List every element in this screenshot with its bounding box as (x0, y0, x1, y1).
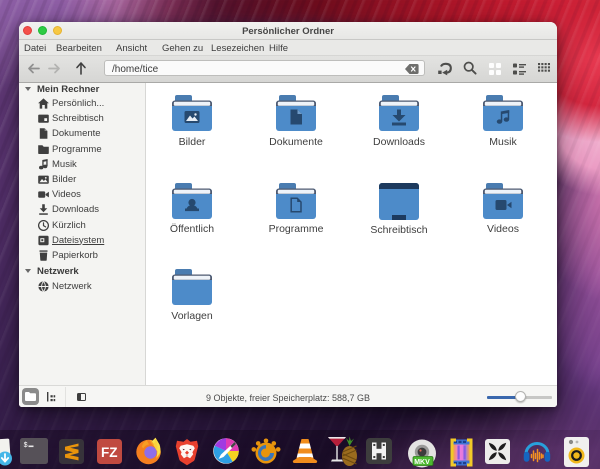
svg-text:$: $ (24, 442, 28, 450)
svg-text:MKV: MKV (414, 458, 430, 465)
svg-text:FZ: FZ (101, 445, 118, 460)
